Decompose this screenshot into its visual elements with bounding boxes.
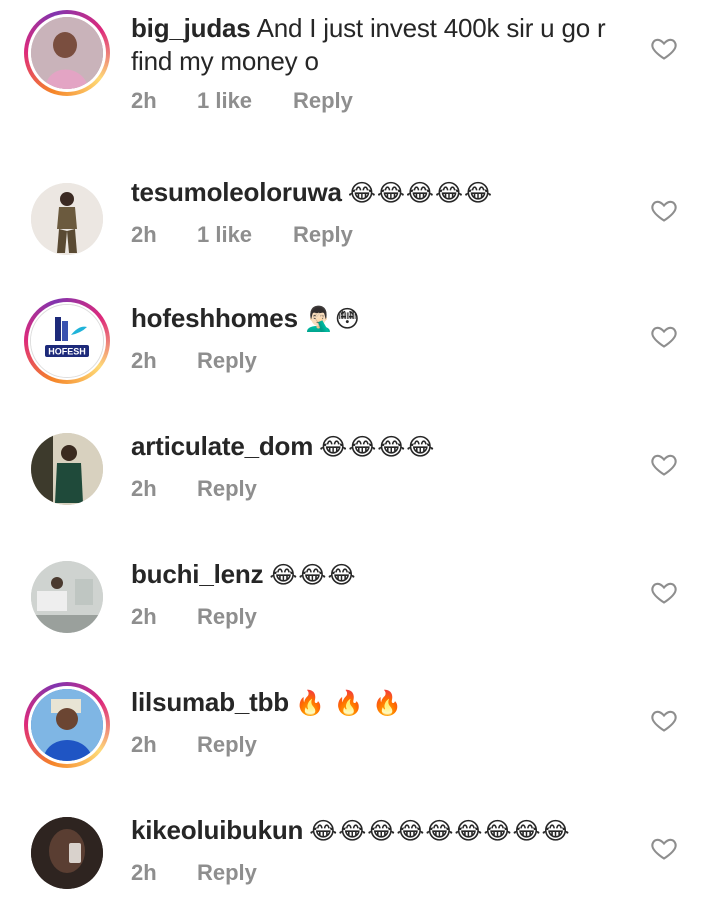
heart-outline-icon[interactable] bbox=[650, 834, 678, 862]
comment-time: 2h bbox=[131, 348, 157, 373]
comment-likes[interactable]: 1 like bbox=[197, 222, 293, 248]
comment-time: 2h bbox=[131, 476, 157, 501]
comment-text: 🤦🏻‍♂️😳 bbox=[303, 306, 361, 333]
comment-text: 😂😂😂😂😂😂😂😂😂 bbox=[309, 818, 571, 845]
comment-text-line: tesumoleoloruwa 😂😂😂😂😂 bbox=[131, 176, 631, 210]
comment-text-line: hofeshhomes 🤦🏻‍♂️😳 bbox=[131, 302, 631, 336]
comment-username[interactable]: big_judas bbox=[131, 13, 251, 43]
comment-text-line: lilsumab_tbb 🔥 🔥 🔥 bbox=[131, 686, 631, 720]
heart-outline-icon[interactable] bbox=[650, 34, 678, 62]
hofesh-logo-text: HOFESH bbox=[48, 347, 86, 357]
comment-text: 🔥 🔥 🔥 bbox=[294, 690, 403, 717]
heart-outline-icon[interactable] bbox=[650, 706, 678, 734]
avatar-photo bbox=[31, 433, 103, 505]
heart-outline-icon[interactable] bbox=[650, 450, 678, 478]
comment-time: 2h bbox=[131, 604, 157, 629]
avatar bbox=[31, 183, 103, 255]
avatar-photo bbox=[31, 183, 103, 255]
comment-username[interactable]: lilsumab_tbb bbox=[131, 687, 289, 717]
comment-username[interactable]: buchi_lenz bbox=[131, 559, 264, 589]
comment-username[interactable]: articulate_dom bbox=[131, 431, 313, 461]
avatar-story-ring[interactable] bbox=[24, 10, 110, 96]
avatar-wrap[interactable] bbox=[24, 554, 110, 640]
heart-outline-icon[interactable] bbox=[650, 322, 678, 350]
comment-time: 2h bbox=[131, 88, 157, 113]
comment-text: 😂😂😂 bbox=[269, 562, 357, 589]
reply-button[interactable]: Reply bbox=[197, 604, 257, 630]
comment-time: 2h bbox=[131, 732, 157, 757]
reply-button[interactable]: Reply bbox=[197, 732, 257, 758]
avatar-photo bbox=[31, 689, 103, 761]
comment-text-line: articulate_dom 😂😂😂😂 bbox=[131, 430, 631, 464]
avatar-wrap[interactable] bbox=[24, 810, 110, 896]
avatar-photo bbox=[31, 817, 103, 889]
avatar bbox=[31, 17, 103, 89]
reply-button[interactable]: Reply bbox=[197, 860, 257, 886]
avatar bbox=[31, 433, 103, 505]
avatar-photo bbox=[31, 561, 103, 633]
avatar bbox=[31, 689, 103, 761]
comment-text-line: buchi_lenz 😂😂😂 bbox=[131, 558, 631, 592]
reply-button[interactable]: Reply bbox=[293, 222, 353, 248]
heart-outline-icon[interactable] bbox=[650, 578, 678, 606]
hofesh-logo-icon: HOFESH bbox=[31, 305, 103, 377]
comment-text: 😂😂😂😂😂 bbox=[347, 180, 494, 207]
comment-text-line: big_judas And I just invest 400k sir u go… bbox=[131, 12, 631, 78]
reply-button[interactable]: Reply bbox=[293, 88, 353, 114]
avatar: HOFESH bbox=[30, 304, 104, 378]
avatar-wrap[interactable] bbox=[24, 426, 110, 512]
comment-username[interactable]: kikeoluibukun bbox=[131, 815, 303, 845]
comment-text: 😂😂😂😂 bbox=[319, 434, 436, 461]
comment-time: 2h bbox=[131, 222, 157, 247]
heart-outline-icon[interactable] bbox=[650, 196, 678, 224]
comment-likes[interactable]: 1 like bbox=[197, 88, 293, 114]
avatar-story-ring[interactable] bbox=[24, 682, 110, 768]
avatar bbox=[31, 561, 103, 633]
avatar-wrap[interactable] bbox=[24, 176, 110, 262]
reply-button[interactable]: Reply bbox=[197, 476, 257, 502]
comment-text-line: kikeoluibukun 😂😂😂😂😂😂😂😂😂 bbox=[131, 814, 631, 848]
comment-time: 2h bbox=[131, 860, 157, 885]
avatar-photo bbox=[31, 17, 103, 89]
reply-button[interactable]: Reply bbox=[197, 348, 257, 374]
avatar-story-ring[interactable]: HOFESH bbox=[24, 298, 110, 384]
avatar bbox=[31, 817, 103, 889]
comment-list: big_judas And I just invest 400k sir u go… bbox=[0, 0, 720, 906]
comment-username[interactable]: hofeshhomes bbox=[131, 303, 298, 333]
comment-username[interactable]: tesumoleoloruwa bbox=[131, 177, 342, 207]
